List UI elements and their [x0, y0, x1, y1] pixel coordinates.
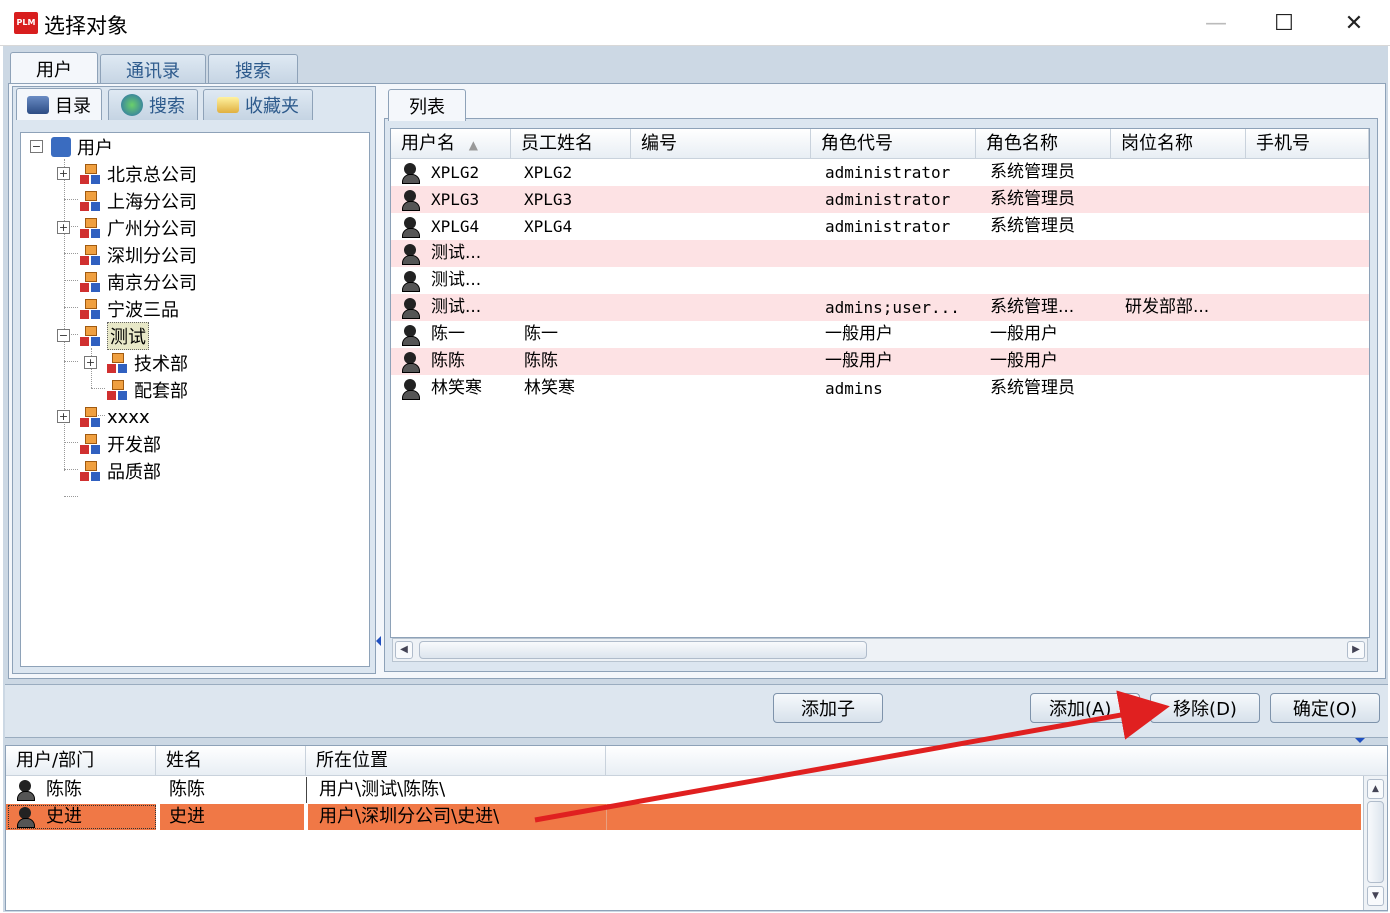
- annotation-arrow: [534, 690, 1170, 823]
